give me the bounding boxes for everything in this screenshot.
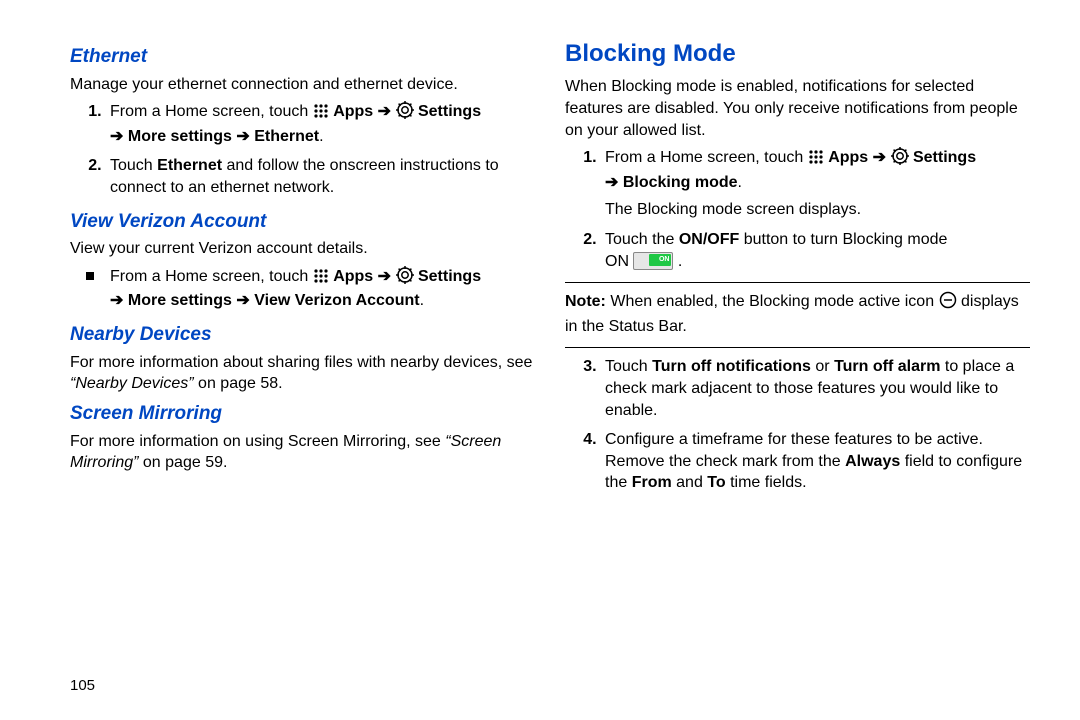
text: Turn off alarm (834, 358, 940, 375)
heading-verizon: View Verizon Account (70, 209, 535, 235)
blocking-step-4: Configure a timeframe for these features… (601, 429, 1030, 494)
apps-label: Apps (333, 268, 373, 285)
text: More settings (128, 128, 236, 145)
apps-icon (313, 268, 329, 291)
verizon-steps: From a Home screen, touch Apps ➔ (70, 266, 535, 312)
text: Blocking mode (623, 174, 738, 191)
divider (565, 347, 1030, 348)
manual-page: Ethernet Manage your ethernet connection… (0, 0, 1080, 720)
settings-label: Settings (418, 268, 481, 285)
settings-label: Settings (913, 149, 976, 166)
blocking-steps-b: Touch Turn off notifications or Turn off… (565, 356, 1030, 494)
settings-label: Settings (418, 103, 481, 120)
settings-icon (396, 101, 414, 126)
text: button to turn Blocking mode (744, 231, 948, 248)
text: Ethernet (157, 157, 222, 174)
text: on page 58. (198, 375, 283, 392)
text: From a Home screen, touch (110, 103, 313, 120)
blocking-steps-a: From a Home screen, touch Apps ➔ (565, 147, 1030, 272)
text: Touch (110, 157, 157, 174)
arrow-icon: ➔ (110, 128, 123, 145)
apps-label: Apps (333, 103, 373, 120)
arrow-icon: ➔ (378, 268, 396, 285)
page-number: 105 (70, 676, 95, 696)
apps-icon (808, 149, 824, 172)
heading-nearby: Nearby Devices (70, 322, 535, 348)
blocking-mode-icon (939, 291, 957, 316)
left-column: Ethernet Manage your ethernet connection… (70, 38, 535, 700)
text: Turn off notifications (652, 358, 811, 375)
text: For more information about sharing files… (70, 354, 532, 371)
text: on page 59. (143, 454, 228, 471)
text: Touch the (605, 231, 679, 248)
right-column: Blocking Mode When Blocking mode is enab… (565, 38, 1030, 700)
xref: “Nearby Devices” (70, 375, 194, 392)
text: From a Home screen, touch (110, 268, 313, 285)
text: More settings (128, 292, 236, 309)
text: and (676, 474, 707, 491)
arrow-icon: ➔ (873, 149, 891, 166)
blocking-step-3: Touch Turn off notifications or Turn off… (601, 356, 1030, 421)
ethernet-step-2: Touch Ethernet and follow the onscreen i… (106, 155, 535, 198)
blocking-desc: When Blocking mode is enabled, notificat… (565, 76, 1030, 141)
text: For more information on using Screen Mir… (70, 433, 445, 450)
arrow-icon: ➔ (605, 174, 618, 191)
text: When enabled, the Blocking mode active i… (610, 293, 938, 310)
ethernet-step-1: From a Home screen, touch Apps ➔ (106, 101, 535, 147)
heading-mirroring: Screen Mirroring (70, 401, 535, 427)
text: View Verizon Account (254, 292, 419, 309)
text: Touch (605, 358, 652, 375)
settings-icon (891, 147, 909, 172)
apps-label: Apps (828, 149, 868, 166)
ethernet-desc: Manage your ethernet connection and ethe… (70, 74, 535, 96)
verizon-desc: View your current Verizon account detail… (70, 238, 535, 260)
text: To (707, 474, 725, 491)
settings-icon (396, 266, 414, 291)
arrow-icon: ➔ (110, 292, 123, 309)
text: ON/OFF (679, 231, 739, 248)
heading-ethernet: Ethernet (70, 44, 535, 70)
nearby-desc: For more information about sharing files… (70, 352, 535, 395)
text: time fields. (730, 474, 806, 491)
heading-blocking: Blocking Mode (565, 38, 1030, 70)
text: or (815, 358, 834, 375)
blocking-step-2: Touch the ON/OFF button to turn Blocking… (601, 229, 1030, 272)
text: From (632, 474, 672, 491)
text: ON (605, 253, 629, 270)
verizon-step-1: From a Home screen, touch Apps ➔ (106, 266, 535, 312)
text: The Blocking mode screen displays. (605, 199, 1030, 221)
mirror-desc: For more information on using Screen Mir… (70, 431, 535, 474)
arrow-icon: ➔ (236, 292, 249, 309)
text: Always (845, 453, 900, 470)
ethernet-steps: From a Home screen, touch Apps ➔ (70, 101, 535, 198)
blocking-step-1: From a Home screen, touch Apps ➔ (601, 147, 1030, 221)
blocking-note: Note: When enabled, the Blocking mode ac… (565, 291, 1030, 337)
divider (565, 282, 1030, 283)
arrow-icon: ➔ (236, 128, 249, 145)
on-toggle-icon: ON (633, 252, 673, 270)
apps-icon (313, 103, 329, 126)
text: Ethernet (254, 128, 319, 145)
text: From a Home screen, touch (605, 149, 808, 166)
note-label: Note: (565, 293, 606, 310)
arrow-icon: ➔ (378, 103, 396, 120)
